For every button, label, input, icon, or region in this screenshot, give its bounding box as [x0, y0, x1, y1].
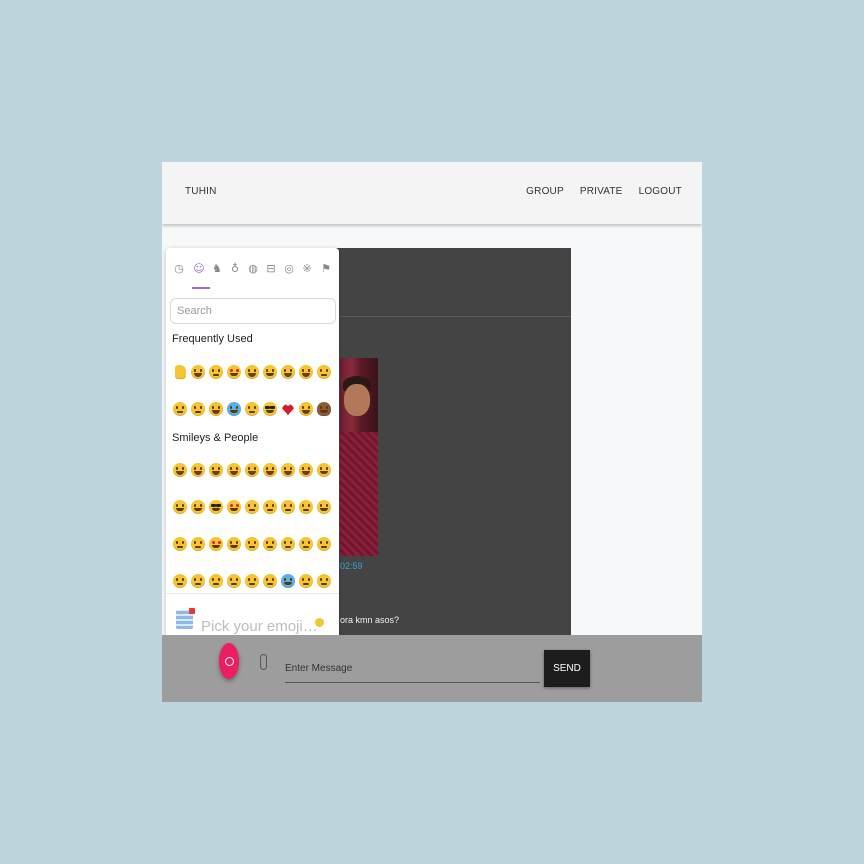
emoji-item[interactable] — [279, 571, 297, 591]
nav-links: GROUP PRIVATE LOGOUT — [526, 186, 682, 197]
smiley-icon — [224, 656, 234, 666]
photo-face — [344, 384, 370, 416]
emoji-item[interactable] — [171, 571, 189, 591]
emoji-item[interactable] — [171, 497, 189, 517]
food-icon[interactable]: ♁ — [228, 262, 242, 276]
chat-messages-panel[interactable]: 02:59 ora kmn asos? — [310, 248, 571, 638]
emoji-item[interactable] — [171, 534, 189, 554]
emoji-item[interactable] — [261, 497, 279, 517]
calendar-icon — [176, 608, 195, 629]
active-category-indicator — [192, 287, 210, 289]
emoji-sunglasses[interactable] — [261, 399, 279, 419]
emoji-item[interactable] — [189, 534, 207, 554]
emoji-item[interactable] — [261, 571, 279, 591]
emoji-smirk[interactable] — [243, 399, 261, 419]
section-title-frequently-used: Frequently Used — [172, 333, 253, 345]
emoji-item[interactable] — [243, 534, 261, 554]
emoji-item[interactable] — [279, 534, 297, 554]
emoji-item[interactable] — [171, 460, 189, 480]
emoji-item[interactable] — [189, 497, 207, 517]
emoji-item[interactable] — [225, 534, 243, 554]
chat-photo-message[interactable] — [340, 358, 378, 556]
emoji-item[interactable] — [225, 571, 243, 591]
message-field — [285, 655, 540, 683]
message-text: ora kmn asos? — [340, 615, 400, 625]
paperclip-icon[interactable] — [260, 654, 267, 670]
emoji-item[interactable] — [279, 497, 297, 517]
emoji-item[interactable] — [243, 571, 261, 591]
brand-name[interactable]: TUHIN — [185, 186, 217, 197]
top-navbar: TUHIN GROUP PRIVATE LOGOUT — [162, 162, 702, 224]
emoji-item[interactable] — [297, 460, 315, 480]
emoji-grin[interactable] — [297, 399, 315, 419]
recent-icon[interactable]: ◷ — [172, 262, 186, 276]
emoji-item[interactable] — [243, 497, 261, 517]
emoji-search-input[interactable] — [171, 299, 335, 323]
emoji-cry[interactable] — [189, 399, 207, 419]
emoji-item[interactable] — [261, 460, 279, 480]
emoji-grinning[interactable] — [189, 362, 207, 382]
objects-icon[interactable]: ◎ — [282, 262, 296, 276]
emoji-wink-tongue[interactable] — [261, 362, 279, 382]
section-title-smileys-people: Smileys & People — [172, 432, 259, 444]
emoji-item[interactable] — [189, 571, 207, 591]
photo-shirt — [340, 432, 378, 556]
nav-link-private[interactable]: PRIVATE — [580, 186, 623, 197]
animals-icon[interactable]: ♞ — [210, 262, 224, 276]
emoji-item[interactable] — [315, 534, 333, 554]
emoji-heart-eyes[interactable] — [225, 362, 243, 382]
emoji-item[interactable] — [315, 571, 333, 591]
emoji-scream[interactable] — [315, 362, 333, 382]
emoji-item[interactable] — [189, 460, 207, 480]
emoji-item[interactable] — [225, 497, 243, 517]
emoji-picker: ◷ ☺ ♞ ♁ ◍ ⊟ ◎ ※ ⚑ Frequently Used — [166, 248, 339, 648]
emoji-item[interactable] — [207, 497, 225, 517]
emoji-item[interactable] — [315, 497, 333, 517]
emoji-preview-label: Pick your emoji… — [201, 618, 318, 635]
message-composer: SEND — [162, 635, 702, 702]
emoji-red-heart[interactable] — [279, 399, 297, 419]
symbols-icon[interactable]: ※ — [300, 262, 314, 276]
emoji-sob[interactable] — [225, 399, 243, 419]
emoji-sweat-smile[interactable] — [279, 362, 297, 382]
emoji-poo[interactable] — [315, 399, 333, 419]
emoji-item[interactable] — [297, 534, 315, 554]
nav-link-group[interactable]: GROUP — [526, 186, 564, 197]
send-button[interactable]: SEND — [544, 650, 590, 687]
emoji-search — [170, 298, 336, 324]
flags-icon[interactable]: ⚑ — [319, 262, 333, 276]
emoji-grid-smileys — [171, 460, 333, 591]
emoji-item[interactable] — [207, 534, 225, 554]
activity-icon[interactable]: ⊟ — [264, 262, 278, 276]
message-timestamp: 02:59 — [340, 561, 363, 571]
travel-icon[interactable]: ◍ — [246, 262, 260, 276]
emoji-category-bar: ◷ ☺ ♞ ♁ ◍ ⊟ ◎ ※ ⚑ — [166, 248, 339, 292]
emoji-item[interactable] — [243, 460, 261, 480]
emoji-item[interactable] — [261, 534, 279, 554]
emoji-item[interactable] — [207, 571, 225, 591]
message-input[interactable] — [285, 655, 540, 682]
emoji-disappointed[interactable] — [171, 399, 189, 419]
emoji-item[interactable] — [315, 460, 333, 480]
emoji-joy[interactable] — [297, 362, 315, 382]
emoji-kiss[interactable] — [207, 362, 225, 382]
emoji-item[interactable] — [225, 460, 243, 480]
skin-tone-selector[interactable] — [315, 618, 324, 627]
nav-link-logout[interactable]: LOGOUT — [639, 186, 682, 197]
emoji-thumbs-up[interactable] — [171, 362, 189, 382]
emoji-item[interactable] — [207, 460, 225, 480]
chat-app-window: TUHIN GROUP PRIVATE LOGOUT 02:59 ora kmn… — [162, 162, 702, 702]
emoji-item[interactable] — [279, 460, 297, 480]
smileys-icon[interactable]: ☺ — [192, 262, 206, 276]
emoji-item[interactable] — [297, 497, 315, 517]
emoji-toggle-button[interactable] — [219, 643, 239, 679]
emoji-laughing[interactable] — [243, 362, 261, 382]
chat-header-divider — [310, 316, 571, 317]
emoji-grid-frequent — [171, 362, 333, 419]
emoji-item[interactable] — [297, 571, 315, 591]
emoji-weary[interactable] — [207, 399, 225, 419]
